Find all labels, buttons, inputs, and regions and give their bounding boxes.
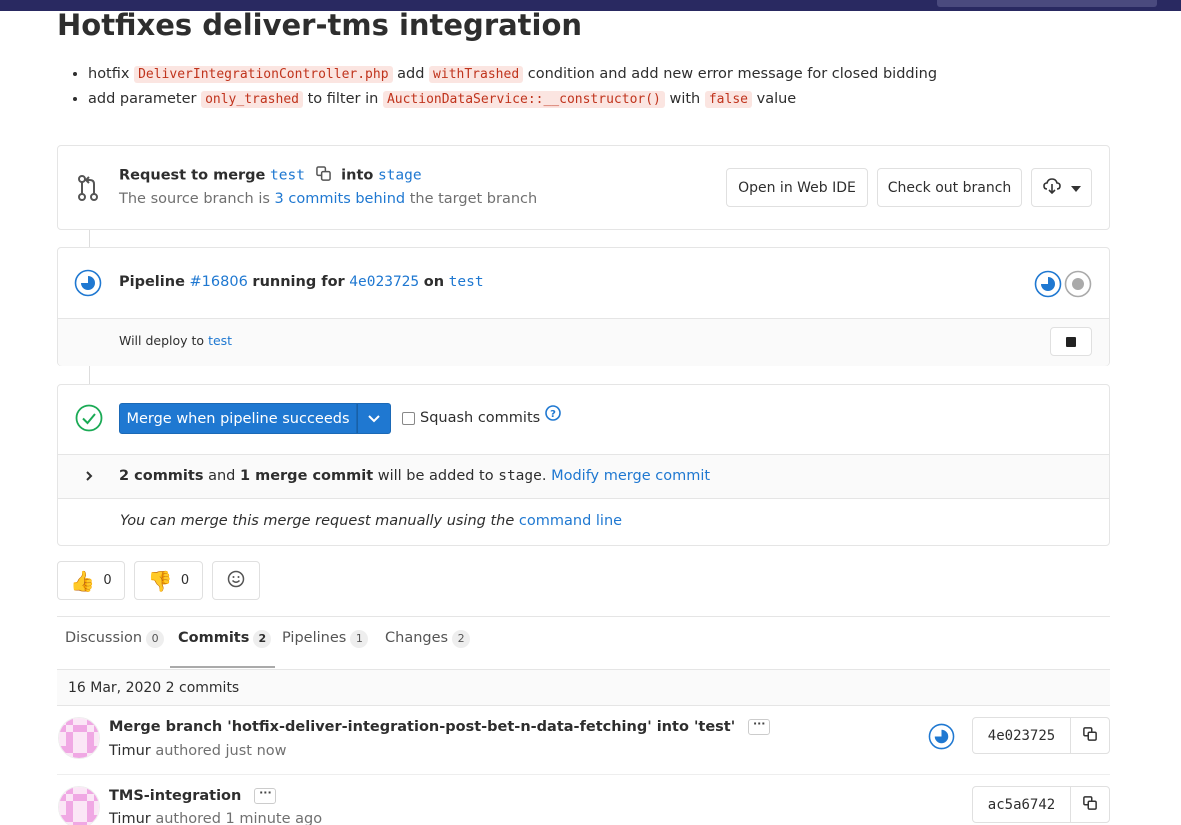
- commit-author-link[interactable]: Timur: [109, 743, 151, 759]
- command-line-link[interactable]: command line: [519, 513, 622, 529]
- toggle-description-button[interactable]: ···: [748, 718, 771, 735]
- search-box[interactable]: [937, 0, 1157, 7]
- copy-icon: [1083, 795, 1097, 814]
- pipeline-card: [57, 247, 1110, 366]
- tab-commits[interactable]: Commits 2: [178, 630, 272, 648]
- merge-request-icon: [76, 174, 100, 206]
- pipeline-id-link[interactable]: #16806: [190, 274, 248, 290]
- download-dropdown-button[interactable]: [1031, 168, 1092, 207]
- target-branch-link[interactable]: stage: [378, 168, 422, 184]
- check-out-branch-button[interactable]: Check out branch: [877, 168, 1022, 207]
- merge-when-pipeline-succeeds-button[interactable]: Merge when pipeline succeeds: [119, 403, 357, 434]
- inline-code: false: [704, 91, 752, 108]
- widget-connector: [89, 230, 90, 247]
- commit-sha-group: 4e023725: [972, 717, 1110, 754]
- request-to-merge-label: Request to merge: [119, 167, 266, 184]
- pipeline-commit-link[interactable]: 4e023725: [349, 274, 419, 290]
- thumbs-down-award-button[interactable]: 👎 0: [134, 561, 203, 600]
- mr-description: hotfix DeliverIntegrationController.php …: [70, 62, 937, 112]
- chevron-down-icon: [368, 411, 380, 427]
- merge-options-dropdown[interactable]: [357, 403, 391, 434]
- commit-divider: [57, 774, 1110, 775]
- commit-pipeline-running-icon[interactable]: [928, 723, 955, 754]
- thumbs-down-icon: 👎: [147, 568, 173, 593]
- avatar[interactable]: [58, 717, 100, 759]
- copy-branch-icon[interactable]: [315, 166, 331, 185]
- commit-sha-group: ac5a6742: [972, 786, 1110, 823]
- copy-sha-button[interactable]: [1071, 787, 1109, 822]
- add-reaction-button[interactable]: [212, 561, 260, 600]
- active-tab-indicator: [170, 666, 275, 668]
- avatar[interactable]: [58, 786, 100, 825]
- source-branch-link[interactable]: test: [270, 168, 305, 184]
- commits-date-header: 16 Mar, 2020 2 commits: [57, 669, 1110, 706]
- stop-deployment-button[interactable]: [1050, 327, 1092, 356]
- pipeline-branch-link[interactable]: test: [449, 274, 484, 290]
- merge-commit-summary: 2 commits and 1 merge commit will be add…: [119, 468, 711, 484]
- inline-code: AuctionDataService::__constructor(): [382, 91, 665, 108]
- copy-icon: [1083, 726, 1097, 745]
- commit-row: TMS-integration ···: [109, 787, 277, 804]
- tab-changes[interactable]: Changes 2: [385, 630, 471, 648]
- commit-author-link[interactable]: Timur: [109, 811, 151, 825]
- inline-code: withTrashed: [429, 66, 524, 83]
- manual-merge-text: You can merge this merge request manuall…: [120, 513, 623, 529]
- merge-button-group: Merge when pipeline succeeds: [119, 403, 391, 434]
- tab-discussion[interactable]: Discussion 0: [65, 630, 165, 648]
- svg-text:?: ?: [550, 409, 556, 420]
- commit-sha-button[interactable]: ac5a6742: [973, 787, 1071, 822]
- pipeline-label: Pipeline: [119, 274, 185, 290]
- help-icon[interactable]: ?: [545, 405, 562, 425]
- download-icon: [1042, 177, 1061, 198]
- pipeline-running-icon[interactable]: [74, 269, 102, 301]
- commit-title-link[interactable]: TMS-integration: [109, 788, 241, 804]
- modify-merge-commit-link[interactable]: Modify merge commit: [551, 468, 710, 484]
- chevron-right-icon[interactable]: [85, 470, 93, 486]
- commit-sha-button[interactable]: 4e023725: [973, 718, 1071, 753]
- tab-pipelines[interactable]: Pipelines 1: [282, 630, 369, 648]
- open-web-ide-button[interactable]: Open in Web IDE: [726, 168, 868, 207]
- thumbs-up-award-button[interactable]: 👍 0: [57, 561, 125, 600]
- toggle-description-button[interactable]: ···: [254, 787, 277, 804]
- squash-commits-label[interactable]: Squash commits: [420, 410, 540, 426]
- inline-code: only_trashed: [201, 91, 303, 108]
- commit-title-link[interactable]: Merge branch 'hotfix-deliver-integration…: [109, 719, 735, 735]
- stop-icon: [1066, 336, 1076, 347]
- squash-commits-checkbox[interactable]: [402, 411, 415, 425]
- chevron-down-icon: [1070, 180, 1081, 196]
- stage-running-icon[interactable]: [1034, 270, 1062, 302]
- deploy-env-link[interactable]: test: [208, 333, 232, 348]
- thumbs-up-icon: 👍: [70, 568, 96, 593]
- page-title: Hotfixes deliver-tms integration: [57, 8, 583, 42]
- smiley-icon: [227, 570, 245, 592]
- into-label: into: [341, 167, 374, 184]
- description-item: hotfix DeliverIntegrationController.php …: [88, 62, 937, 87]
- inline-code: DeliverIntegrationController.php: [134, 66, 393, 83]
- commits-behind-link[interactable]: 3 commits behind: [275, 191, 406, 207]
- commit-row: Merge branch 'hotfix-deliver-integration…: [109, 718, 771, 735]
- widget-connector: [89, 366, 90, 384]
- tabs-top-divider: [57, 616, 1110, 617]
- description-item: add parameter only_trashed to filter in …: [88, 87, 937, 112]
- deploy-text: Will deploy to: [119, 333, 205, 348]
- success-check-icon: [75, 404, 103, 436]
- copy-sha-button[interactable]: [1071, 718, 1109, 753]
- stage-created-icon[interactable]: [1064, 270, 1092, 302]
